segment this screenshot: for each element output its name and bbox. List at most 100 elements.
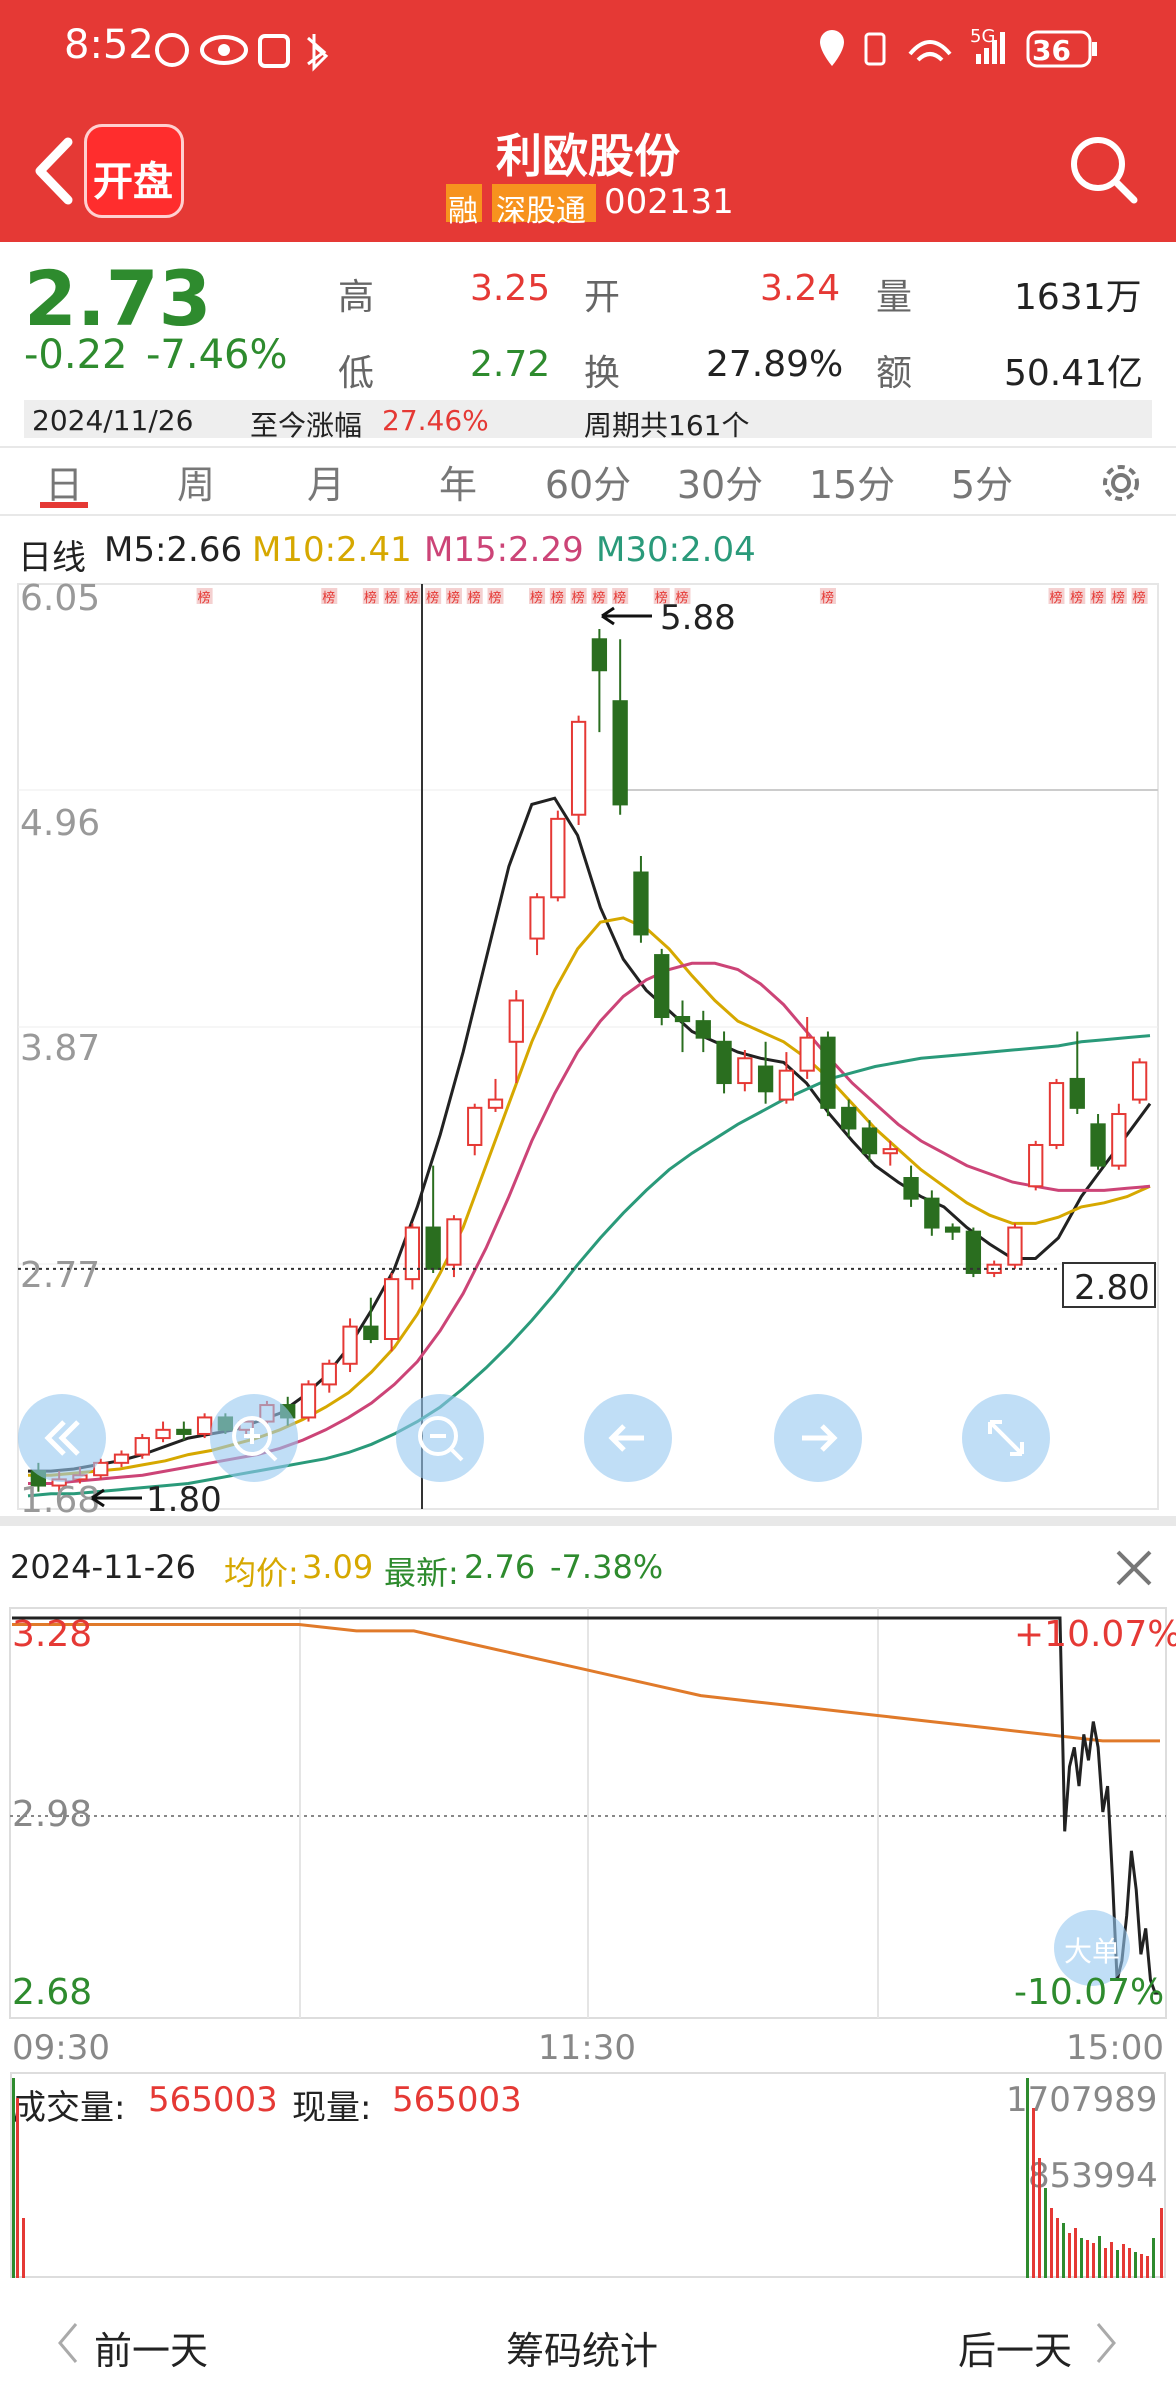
open-value: 3.24 [760, 268, 841, 309]
rank-badge-label: 榜 [821, 590, 834, 606]
zoom-in-button[interactable] [210, 1394, 298, 1482]
kline-chart[interactable]: 6.054.963.872.771.68 榜榜榜榜榜榜榜榜榜榜榜榜榜榜榜榜榜榜榜… [0, 580, 1176, 1515]
ma-legend-m10: M10:2.41 [252, 530, 412, 570]
intraday-last: 2.76 [464, 1548, 536, 1586]
candle [1048, 1082, 1065, 1146]
sz-connect-tag: 深股通 [492, 184, 596, 229]
tab-month[interactable]: 月 [307, 454, 345, 509]
chip-stats-button[interactable]: 筹码统计 [506, 2320, 658, 2375]
avg-price-line [12, 1623, 1160, 1743]
next-day-button[interactable]: 后一天 [958, 2320, 1072, 2375]
rank-badge-label: 榜 [1091, 590, 1104, 606]
double-chevron-left-icon [44, 1420, 80, 1456]
current-price-box: 2.80 [1062, 1262, 1156, 1308]
intraday-chart[interactable] [0, 1606, 1176, 2020]
candle [446, 1218, 462, 1266]
kline-ytick: 3.87 [20, 1028, 100, 1069]
intraday-date: 2024-11-26 [10, 1548, 196, 1586]
candle [300, 1383, 317, 1419]
scroll-start-button[interactable] [18, 1394, 106, 1482]
tab-year[interactable]: 年 [439, 454, 477, 509]
high-value: 3.25 [470, 268, 551, 309]
tab-week[interactable]: 周 [177, 454, 215, 509]
volume-bar [1050, 2208, 1053, 2278]
candle [1111, 1113, 1127, 1167]
search-icon[interactable] [1068, 134, 1140, 206]
price-change-pct: -7.46% [146, 332, 288, 378]
candle [633, 871, 649, 936]
volume-bar [1152, 2238, 1155, 2278]
candle [113, 1453, 130, 1464]
intraday-last-pct: -7.38% [550, 1548, 664, 1586]
prev-day-button[interactable]: 前一天 [94, 2320, 208, 2375]
candle [508, 999, 524, 1043]
volume-bar [16, 2098, 19, 2278]
tab-5min[interactable]: 5分 [951, 454, 1013, 509]
candle [799, 1036, 815, 1072]
rank-badge-label: 榜 [364, 590, 377, 606]
rank-badge-label: 榜 [426, 590, 439, 606]
rank-badge-label: 榜 [1112, 590, 1125, 606]
volume-bar [1146, 2256, 1149, 2278]
volume-bar [1056, 2218, 1059, 2278]
low-marker: 1.80 [146, 1480, 222, 1520]
candle [674, 1016, 691, 1023]
zoom-out-button[interactable] [396, 1394, 484, 1482]
scroll-left-button[interactable] [584, 1394, 672, 1482]
open-badge[interactable]: 开盘 [84, 124, 184, 218]
high-marker-arrow-icon [601, 606, 652, 626]
candle [363, 1325, 379, 1341]
tab-60min[interactable]: 60分 [545, 454, 631, 509]
last-price: 2.73 [24, 254, 212, 343]
rank-badge-label: 榜 [405, 590, 418, 606]
panel-divider [0, 1516, 1176, 1526]
avg-price-label: 均价: [224, 1554, 299, 1592]
time-tick-close: 15:00 [1066, 2028, 1164, 2068]
volume-bar [1134, 2252, 1137, 2278]
candle [591, 638, 608, 672]
volume-bar [12, 2078, 15, 2278]
tab-day[interactable]: 日 [45, 454, 83, 509]
sz-connect-tag-label: 深股通 [496, 194, 586, 229]
candle [944, 1226, 961, 1233]
candle [529, 896, 545, 940]
ma-legend-m30: M30:2.04 [596, 530, 756, 570]
volume-bar [1068, 2233, 1071, 2278]
current-price-box-label: 2.80 [1074, 1268, 1150, 1308]
close-icon[interactable] [1112, 1546, 1156, 1590]
volume-bar [1032, 2108, 1035, 2278]
ma-line-m10 [28, 916, 1151, 1477]
big-order-label: 大单 [1064, 1935, 1121, 1968]
volume-bars [12, 2078, 1163, 2278]
candle [487, 1098, 504, 1109]
ma-line-m5 [28, 796, 1152, 1473]
candle [155, 1428, 171, 1440]
tab-30min[interactable]: 30分 [677, 454, 763, 509]
candle [841, 1106, 857, 1130]
candles [30, 628, 1148, 1492]
kline-y-axis: 6.054.963.872.771.68 [20, 580, 100, 1515]
candle [1131, 1061, 1148, 1101]
tab-15min[interactable]: 15分 [809, 454, 895, 509]
margin-tag-label: 融 [448, 194, 478, 229]
fullscreen-button[interactable] [962, 1394, 1050, 1482]
candle [654, 954, 670, 1019]
settings-gear-icon[interactable] [1096, 458, 1146, 508]
app-header: 开盘 利欧股份 融 深股通 002131 [0, 100, 1176, 242]
candle [903, 1177, 919, 1200]
scroll-right-button[interactable] [774, 1394, 862, 1482]
candle [612, 700, 628, 806]
ma-legend-type: 日线 [18, 538, 86, 578]
network-type: 5G [970, 26, 996, 47]
back-icon[interactable] [28, 136, 78, 206]
time-tick-midday: 11:30 [538, 2028, 636, 2068]
candle [924, 1197, 940, 1229]
low-label: 低 [338, 353, 375, 394]
rank-badge-label: 榜 [572, 590, 585, 606]
status-bar: 8:52 36 5G [0, 0, 1176, 100]
ma-legend-m5: M5:2.66 [104, 530, 243, 570]
rank-badge-label: 榜 [1133, 590, 1146, 606]
turnover-value: 27.89% [706, 344, 844, 385]
turnover-label: 换 [584, 353, 621, 394]
volume-bar [1092, 2243, 1095, 2278]
